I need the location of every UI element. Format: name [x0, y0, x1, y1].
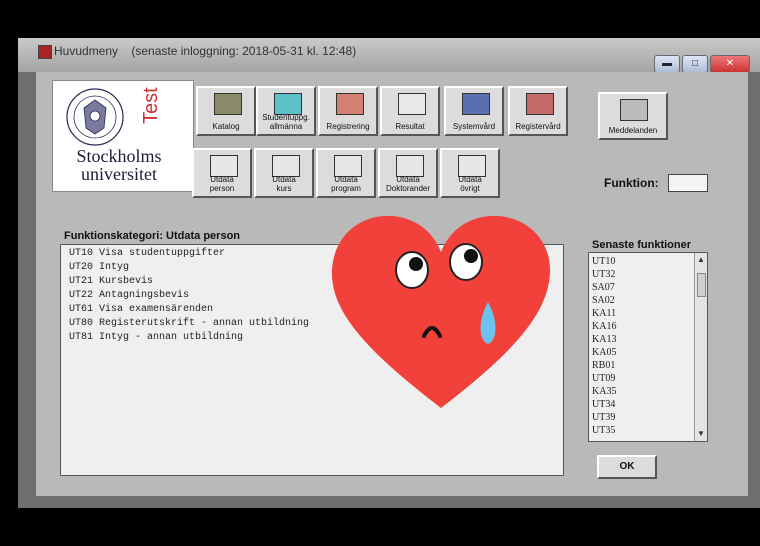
- utdata-doktorander-label: Utdata Doktorander: [385, 175, 431, 193]
- university-seal-icon: [66, 88, 124, 146]
- list-item[interactable]: UT34: [592, 399, 615, 410]
- window-title: Huvudmeny (senaste inloggning: 2018-05-3…: [54, 44, 356, 58]
- recent-scrollbar[interactable]: ▲ ▼: [694, 253, 707, 441]
- register-icon: [336, 93, 364, 115]
- crying-heart-sticker-icon: [331, 215, 550, 408]
- katalog-button[interactable]: Katalog: [196, 86, 256, 136]
- studentuppg-label: Studentuppg. allmänna: [262, 113, 310, 131]
- list-item[interactable]: UT35: [592, 425, 615, 436]
- window-title-text: Huvudmeny: [54, 44, 119, 58]
- utdata-person-button[interactable]: Utdata person: [192, 148, 252, 198]
- list-item[interactable]: UT21 Kursbevis: [69, 276, 153, 287]
- app-icon: [38, 45, 52, 59]
- maximize-button[interactable]: □: [682, 55, 708, 73]
- list-item[interactable]: UT09: [592, 373, 615, 384]
- ok-button[interactable]: OK: [597, 455, 657, 479]
- scroll-thumb[interactable]: [697, 273, 706, 297]
- list-item[interactable]: UT10 Visa studentuppgifter: [69, 248, 225, 259]
- logo-university-name: Stockholms universitet: [64, 147, 174, 183]
- systemvard-label: Systemvård: [452, 122, 496, 131]
- list-item[interactable]: UT80 Registerutskrift - annan utbildning: [69, 318, 309, 329]
- logo-name-line2: universitet: [81, 164, 157, 184]
- utdata-program-label: Utdata program: [331, 175, 361, 193]
- utdata-ovrigt-button[interactable]: Utdata övrigt: [440, 148, 500, 198]
- recent-functions-list[interactable]: UT10 UT32 SA07 SA02 KA11 KA16 KA13 KA05 …: [588, 252, 708, 442]
- minimize-icon: ▬: [662, 58, 672, 69]
- list-item[interactable]: KA11: [592, 308, 616, 319]
- minimize-button[interactable]: ▬: [654, 55, 680, 73]
- list-item[interactable]: SA02: [592, 295, 615, 306]
- systemvard-button[interactable]: Systemvård: [444, 86, 504, 136]
- studentuppg-button[interactable]: Studentuppg. allmänna: [256, 86, 316, 136]
- list-item[interactable]: UT10: [592, 256, 615, 267]
- funktion-label: Funktion:: [604, 176, 659, 190]
- logo-name-line1: Stockholms: [76, 146, 162, 166]
- registervard-label: Registervård: [515, 122, 561, 131]
- results-icon: [398, 93, 426, 115]
- utdata-kurs-button[interactable]: Utdata kurs: [254, 148, 314, 198]
- recent-functions-label: Senaste funktioner: [592, 239, 692, 251]
- student-card-icon: [274, 93, 302, 115]
- scroll-down-icon[interactable]: ▼: [697, 429, 705, 438]
- close-button[interactable]: ✕: [710, 55, 750, 73]
- list-item[interactable]: UT61 Visa examensärenden: [69, 304, 213, 315]
- monitor-bottom-edge: [18, 496, 760, 508]
- list-item[interactable]: UT22 Antagningsbevis: [69, 290, 189, 301]
- resultat-button[interactable]: Resultat: [380, 86, 440, 136]
- register-tools-icon: [526, 93, 554, 115]
- list-item[interactable]: UT32: [592, 269, 615, 280]
- printer-other-icon: [458, 155, 486, 177]
- list-item[interactable]: UT81 Intyg - annan utbildning: [69, 332, 243, 343]
- tools-icon: [462, 93, 490, 115]
- list-item[interactable]: KA35: [592, 386, 616, 397]
- printer-doctor-icon: [396, 155, 424, 177]
- list-item[interactable]: UT20 Intyg: [69, 262, 129, 273]
- last-login-text: (senaste inloggning: 2018-05-31 kl. 12:4…: [131, 44, 357, 58]
- list-item[interactable]: KA16: [592, 321, 616, 332]
- printer-person-icon: [210, 155, 238, 177]
- registrering-button[interactable]: Registrering: [318, 86, 378, 136]
- list-item[interactable]: RB01: [592, 360, 615, 371]
- funktion-input[interactable]: [668, 174, 708, 192]
- list-item[interactable]: SA07: [592, 282, 615, 293]
- list-item[interactable]: KA05: [592, 347, 616, 358]
- category-label: Funktionskategori: Utdata person: [64, 230, 241, 242]
- photo-frame: Huvudmeny (senaste inloggning: 2018-05-3…: [0, 0, 760, 546]
- utdata-person-label: Utdata person: [209, 175, 235, 193]
- utdata-kurs-label: Utdata kurs: [272, 175, 296, 193]
- meddelanden-button[interactable]: Meddelanden: [598, 92, 668, 140]
- meddelanden-label: Meddelanden: [608, 126, 658, 135]
- katalog-label: Katalog: [212, 122, 240, 131]
- utdata-doktorander-button[interactable]: Utdata Doktorander: [378, 148, 438, 198]
- list-item[interactable]: KA13: [592, 334, 616, 345]
- list-item[interactable]: UT39: [592, 412, 615, 423]
- printer-prog-icon: [334, 155, 362, 177]
- messages-icon: [620, 99, 648, 121]
- registrering-label: Registrering: [326, 122, 370, 131]
- utdata-ovrigt-label: Utdata övrigt: [458, 175, 482, 193]
- close-icon: ✕: [725, 58, 735, 69]
- registervard-button[interactable]: Registervård: [508, 86, 568, 136]
- cabinet-icon: [214, 93, 242, 115]
- scroll-up-icon[interactable]: ▲: [697, 255, 705, 264]
- logo-test-text: Test: [140, 87, 162, 124]
- utdata-program-button[interactable]: Utdata program: [316, 148, 376, 198]
- maximize-icon: □: [691, 58, 699, 69]
- resultat-label: Resultat: [395, 122, 425, 131]
- printer-kurs-icon: [272, 155, 300, 177]
